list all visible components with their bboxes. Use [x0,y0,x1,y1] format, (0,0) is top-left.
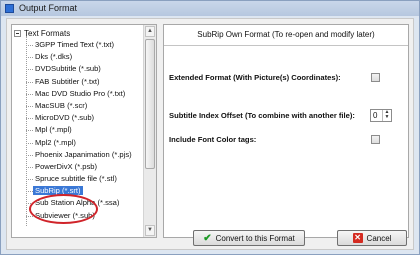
tree-branch-line [26,130,33,132]
tree-branch-line [26,191,33,193]
tree-item[interactable]: MacSUB (*.scr) [12,100,143,112]
tree-item[interactable]: PowerDivX (*.psb) [12,161,143,173]
tree-item-label: PowerDivX (*.psb) [35,161,98,171]
tree-item[interactable]: Phoenix Japanimation (*.pjs) [12,149,143,161]
index-offset-value: 0 [373,111,378,120]
cancel-icon: ✕ [352,233,363,243]
annotation-circle [29,194,98,224]
convert-button[interactable]: ✔ Convert to this Format [193,230,305,246]
tree-branch-line [26,179,33,181]
tree-item-label: 3GPP Timed Text (*.txt) [35,40,115,49]
tree-item-label: Mpl (*.mpl) [35,125,72,135]
tree-root-text-formats[interactable]: Text Formats [14,28,70,39]
tree-branch-line [26,69,33,71]
cancel-button-label: Cancel [366,233,392,243]
tree-item[interactable]: Dks (*.dks) [12,51,143,63]
tree-item-label: Mac DVD Studio Pro (*.txt) [35,88,126,98]
title-bar: Output Format [1,1,419,16]
app-icon [5,4,14,13]
tree-branch-line [26,93,33,95]
collapse-icon[interactable] [14,30,21,37]
tree-branch-line [26,105,33,107]
tree-item-label: Phoenix Japanimation (*.pjs) [35,149,132,159]
tree-item-label: FAB Subtitler (*.txt) [35,76,100,86]
scroll-up-icon[interactable]: ▲ [145,26,155,37]
tree-item[interactable]: MicroDVD (*.sub) [12,112,143,124]
tree-item[interactable]: Mpl (*.mpl) [12,124,143,136]
dialog-content: Text Formats 3GPP Timed Text (*.txt) Dks … [6,18,414,250]
tree-item[interactable]: Spruce subtitle file (*.stl) [12,173,143,185]
tree-item-label: MicroDVD (*.sub) [35,113,95,123]
tree-scrollbar[interactable]: ▲ ▼ [143,25,156,237]
tree-item[interactable]: FAB Subtitler (*.txt) [12,76,143,88]
tree-item-label: DVDSubtitle (*.sub) [35,64,101,74]
format-options-panel: SubRip Own Format (To re-open and modify… [163,24,409,238]
format-tree[interactable]: Text Formats 3GPP Timed Text (*.txt) Dks … [11,24,157,238]
font-color-label: Include Font Color tags: [169,135,257,144]
tree-item-label: Spruce subtitle file (*.stl) [35,174,117,184]
index-offset-label: Subtitle Index Offset (To combine with a… [169,111,355,120]
tree-item-label: MacSUB (*.scr) [35,100,88,110]
scroll-thumb[interactable] [145,39,155,169]
tree-branch-line [26,118,33,120]
tree-item[interactable]: Mac DVD Studio Pro (*.txt) [12,88,143,100]
tree-item-label: Dks (*.dks) [35,52,73,62]
cancel-button[interactable]: ✕ Cancel [337,230,407,246]
tree-branch-line [26,142,33,144]
tree-item[interactable]: 3GPP Timed Text (*.txt) [12,39,143,51]
scroll-down-icon[interactable]: ▼ [145,225,155,236]
tree-branch-line [26,154,33,156]
tree-item-label: Mpl2 (*.mpl) [35,137,76,147]
tree-item[interactable]: DVDSubtitle (*.sub) [12,63,143,75]
convert-button-label: Convert to this Format [215,233,295,243]
tree-branch-line [26,81,33,83]
output-format-window: Output Format Text Formats 3GPP Timed Te… [0,0,420,255]
panel-header: SubRip Own Format (To re-open and modify… [164,25,408,46]
tree-root-label: Text Formats [24,29,71,38]
spinner-arrows-icon[interactable]: ▲ ▼ [382,110,391,121]
index-offset-spinner[interactable]: 0 ▲ ▼ [370,109,392,122]
tree-branch-line [26,166,33,168]
checkmark-icon: ✔ [203,232,212,244]
extended-format-label: Extended Format (With Picture(s) Coordin… [169,73,341,82]
tree-branch-line [26,57,33,59]
tree-item[interactable]: Mpl2 (*.mpl) [12,137,143,149]
tree-branch-line [26,45,33,46]
extended-format-checkbox[interactable] [371,73,380,82]
font-color-checkbox[interactable] [371,135,380,144]
window-title: Output Format [19,3,78,13]
